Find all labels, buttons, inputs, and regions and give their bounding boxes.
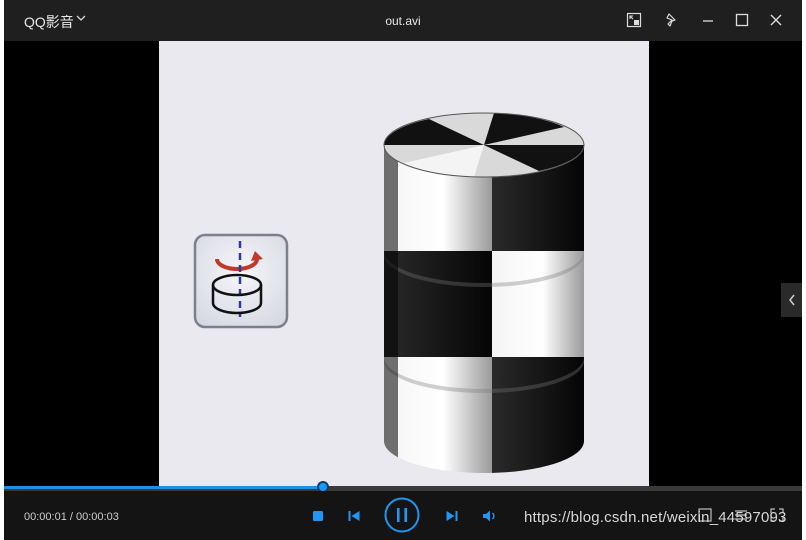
maximize-icon[interactable] <box>732 10 752 30</box>
side-panel-toggle-icon[interactable] <box>781 283 802 317</box>
progress-fill <box>4 486 324 489</box>
mini-mode-icon[interactable] <box>624 10 644 30</box>
video-area[interactable] <box>4 41 802 489</box>
player-window: QQ影音 out.avi 00:00:01 / 00:00:03 https:/… <box>4 0 802 540</box>
pause-icon <box>384 497 420 533</box>
video-frame <box>159 41 649 489</box>
control-bar: 00:00:01 / 00:00:03 https://blog.csdn.ne… <box>4 491 802 540</box>
pause-button[interactable] <box>384 497 420 533</box>
title-bar: QQ影音 out.avi <box>4 0 802 41</box>
time-display: 00:00:01 / 00:00:03 <box>24 511 119 523</box>
video-frame-image <box>193 112 585 473</box>
pin-icon[interactable] <box>662 10 682 30</box>
watermark-text: https://blog.csdn.net/weixin_44597093 <box>524 509 787 526</box>
close-icon[interactable] <box>766 10 786 30</box>
previous-icon[interactable] <box>344 506 364 526</box>
stop-icon[interactable] <box>309 507 327 525</box>
window-title: out.avi <box>385 14 421 28</box>
volume-icon[interactable] <box>480 506 500 526</box>
rotate-tool-icon <box>193 233 289 329</box>
next-icon[interactable] <box>442 506 462 526</box>
minimize-icon[interactable] <box>698 10 718 30</box>
